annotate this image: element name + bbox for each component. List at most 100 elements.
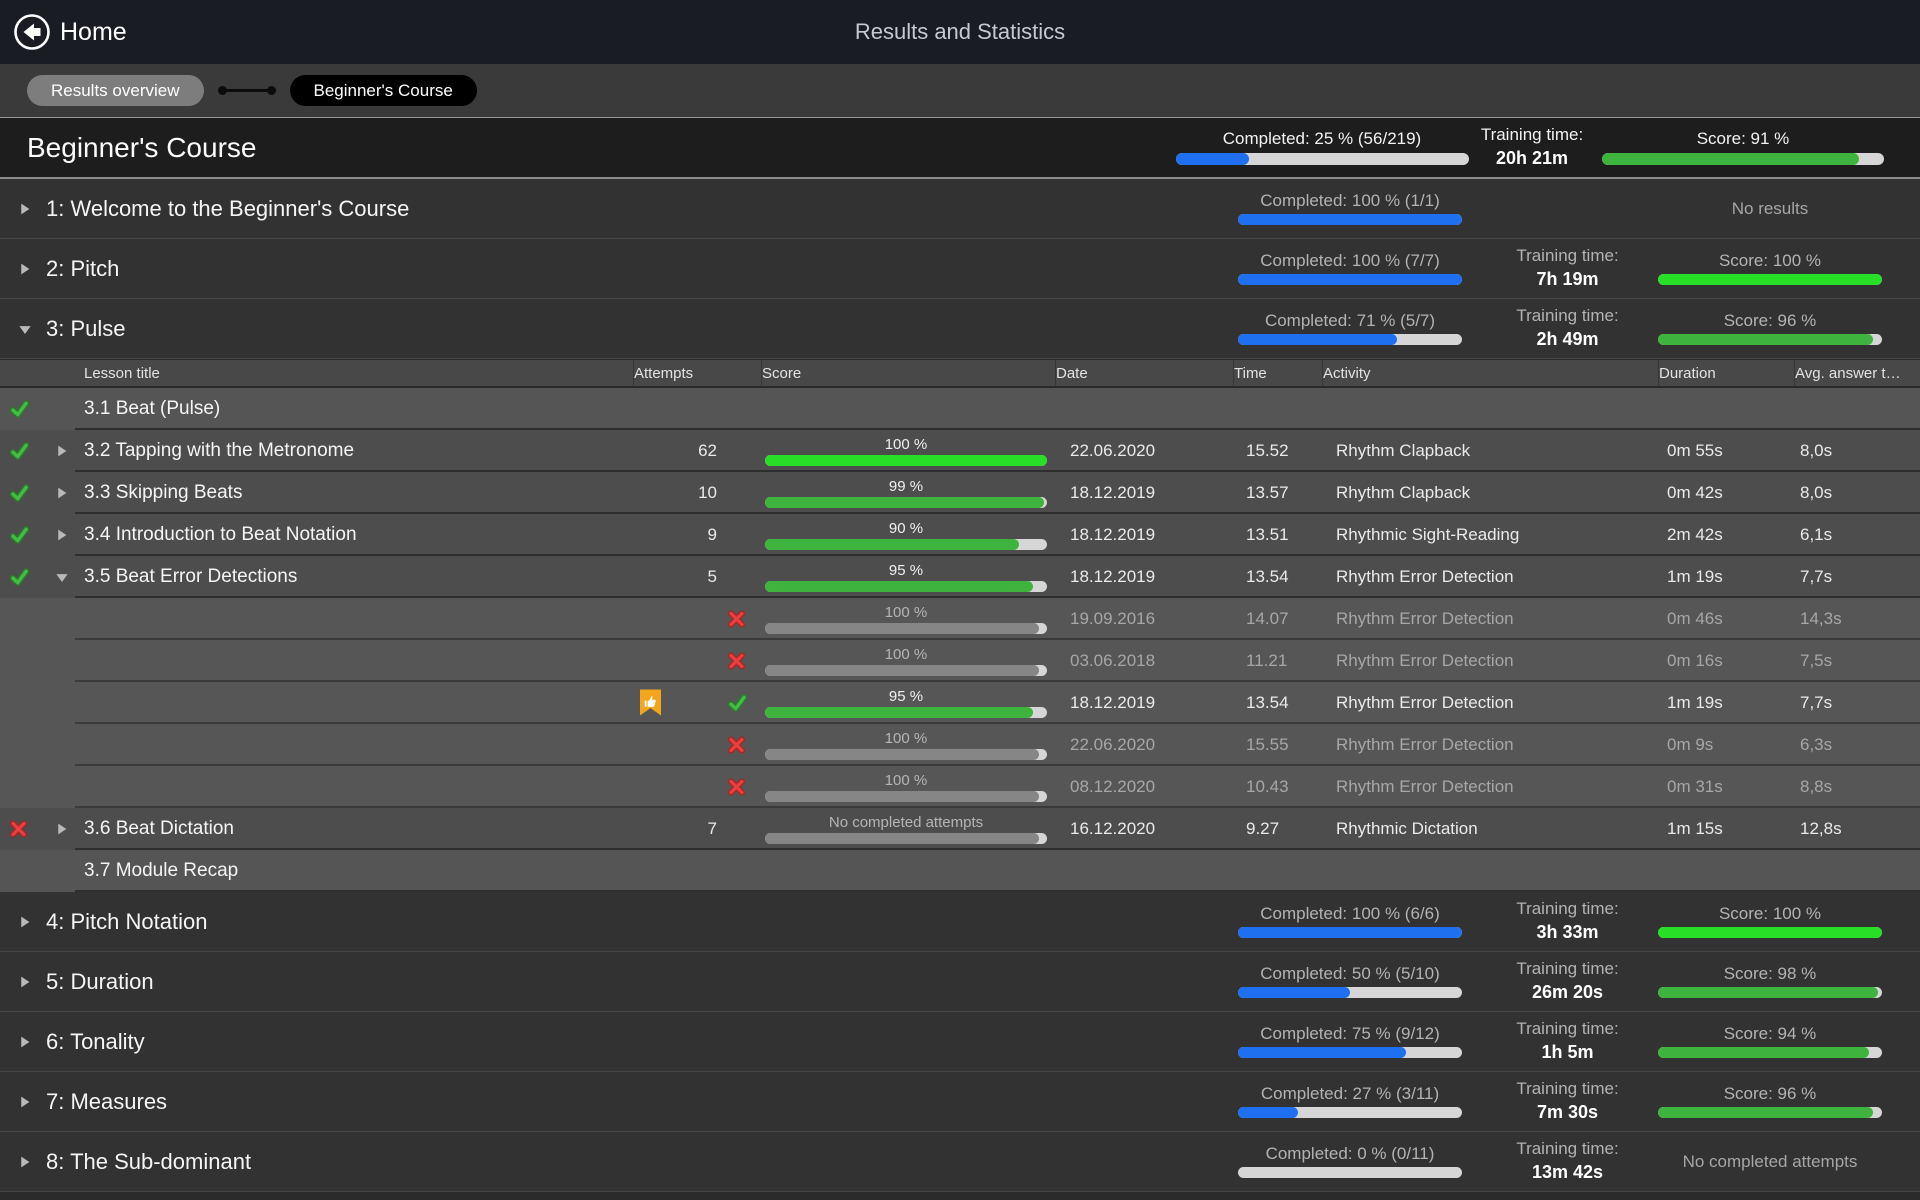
module-score-stat: Score: 94 % xyxy=(1655,1012,1885,1071)
activity-cell: Rhythm Clapback xyxy=(1322,472,1658,514)
duration-cell: 0m 42s xyxy=(1658,472,1794,514)
home-button[interactable]: Home xyxy=(13,13,127,51)
module-completed-bar xyxy=(1238,334,1462,345)
module-completed-label: Completed: 27 % (3/11) xyxy=(1261,1085,1439,1104)
column-header-4: Time xyxy=(1233,360,1322,386)
lesson-row: 3.1 Beat (Pulse) xyxy=(0,388,1920,430)
lesson-row[interactable]: 3.4 Introduction to Beat Notation990 %18… xyxy=(0,514,1920,556)
module-row[interactable]: 8: The Sub-dominantCompleted: 0 % (0/11)… xyxy=(0,1132,1920,1192)
module-training-label: Training time: xyxy=(1516,1020,1618,1039)
collapse-icon[interactable] xyxy=(55,571,69,584)
lesson-title: 3.3 Skipping Beats xyxy=(84,482,242,504)
score-bar xyxy=(765,791,1047,802)
avg-answer-cell: 7,7s xyxy=(1794,682,1920,724)
activity-cell: Rhythm Error Detection xyxy=(1322,766,1658,808)
module-title: 7: Measures xyxy=(46,1089,167,1115)
expand-icon[interactable] xyxy=(18,1155,31,1168)
duration-cell xyxy=(1658,850,1794,892)
score-cell xyxy=(761,388,1055,430)
lesson-title: 3.7 Module Recap xyxy=(84,860,238,882)
attempts-cell: 5 xyxy=(633,556,761,598)
module-completed-stat: Completed: 100 % (7/7) xyxy=(1200,239,1500,298)
duration-cell: 0m 55s xyxy=(1658,430,1794,472)
expand-icon[interactable] xyxy=(18,975,31,988)
duration-cell: 1m 19s xyxy=(1658,682,1794,724)
module-row[interactable]: 1: Welcome to the Beginner's CourseCompl… xyxy=(0,179,1920,239)
module-row[interactable]: 4: Pitch NotationCompleted: 100 % (6/6)T… xyxy=(0,892,1920,952)
attempts-cell: 62 xyxy=(633,430,761,472)
module-score-stat: Score: 96 % xyxy=(1655,1072,1885,1131)
date-cell: 19.09.2016 xyxy=(1055,598,1233,640)
module-score-label: Score: 98 % xyxy=(1724,965,1817,984)
module-completed-bar xyxy=(1238,214,1462,225)
expand-icon[interactable] xyxy=(18,915,31,928)
module-row[interactable]: 7: MeasuresCompleted: 27 % (3/11)Trainin… xyxy=(0,1072,1920,1132)
module-score-label: Score: 100 % xyxy=(1719,252,1821,271)
attempt-status-cell xyxy=(633,598,761,640)
attempts-cell: 10 xyxy=(633,472,761,514)
expand-icon[interactable] xyxy=(18,202,31,215)
lesson-title: 3.2 Tapping with the Metronome xyxy=(84,440,354,462)
lesson-row[interactable]: 3.2 Tapping with the Metronome62100 %22.… xyxy=(0,430,1920,472)
module-training-label: Training time: xyxy=(1516,247,1618,266)
lesson-row[interactable]: 3.5 Beat Error Detections595 %18.12.2019… xyxy=(0,556,1920,598)
lesson-row[interactable]: 3.3 Skipping Beats1099 %18.12.201913.57R… xyxy=(0,472,1920,514)
time-cell: 10.43 xyxy=(1233,766,1322,808)
module-training-label: Training time: xyxy=(1516,307,1618,326)
score-cell: 100 % xyxy=(761,640,1055,682)
bookmark-icon[interactable] xyxy=(639,690,662,717)
score-cell: 99 % xyxy=(761,472,1055,514)
score-cell: 100 % xyxy=(761,766,1055,808)
module-training-stat: Training time:2h 49m xyxy=(1495,299,1640,358)
score-bar xyxy=(765,707,1047,718)
expand-icon[interactable] xyxy=(55,445,68,458)
column-header-0: Lesson title xyxy=(0,360,633,386)
column-header-3: Date xyxy=(1055,360,1233,386)
avg-answer-cell: 8,0s xyxy=(1794,472,1920,514)
expand-icon[interactable] xyxy=(55,529,68,542)
module-score-label: Score: 100 % xyxy=(1719,905,1821,924)
attempts-cell xyxy=(633,850,761,892)
expand-icon[interactable] xyxy=(55,487,68,500)
date-cell: 18.12.2019 xyxy=(1055,514,1233,556)
score-bar xyxy=(765,539,1047,550)
breadcrumb-label: Results overview xyxy=(51,81,180,101)
score-label: 100 % xyxy=(885,731,928,746)
module-completed-bar xyxy=(1238,274,1462,285)
breadcrumb-results-overview[interactable]: Results overview xyxy=(27,75,204,106)
lesson-row[interactable]: 3.6 Beat Dictation7No completed attempts… xyxy=(0,808,1920,850)
avg-answer-cell: 14,3s xyxy=(1794,598,1920,640)
module-completed-stat: Completed: 50 % (5/10) xyxy=(1200,952,1500,1011)
lesson-title-cell: 3.1 Beat (Pulse) xyxy=(0,388,633,430)
module-title: 3: Pulse xyxy=(46,316,126,342)
attempt-row: 100 %19.09.201614.07Rhythm Error Detecti… xyxy=(0,598,1920,640)
score-cell: No completed attempts xyxy=(761,808,1055,850)
breadcrumb-current-course[interactable]: Beginner's Course xyxy=(290,75,477,106)
attempt-row: 100 %03.06.201811.21Rhythm Error Detecti… xyxy=(0,640,1920,682)
expand-icon[interactable] xyxy=(18,262,31,275)
collapse-icon[interactable] xyxy=(18,322,32,335)
column-header-6: Duration xyxy=(1658,360,1794,386)
module-row[interactable]: 6: TonalityCompleted: 75 % (9/12)Trainin… xyxy=(0,1012,1920,1072)
lesson-passed-icon xyxy=(10,442,29,460)
lesson-title: 3.1 Beat (Pulse) xyxy=(84,398,220,420)
score-label: 95 % xyxy=(889,689,923,704)
expand-icon[interactable] xyxy=(18,1035,31,1048)
breadcrumb-label: Beginner's Course xyxy=(314,81,453,101)
avg-answer-cell: 6,1s xyxy=(1794,514,1920,556)
module-row[interactable]: 2: PitchCompleted: 100 % (7/7)Training t… xyxy=(0,239,1920,299)
expand-icon[interactable] xyxy=(18,1095,31,1108)
activity-cell: Rhythmic Dictation xyxy=(1322,808,1658,850)
top-bar: Home Results and Statistics xyxy=(0,0,1920,64)
module-score-stat: Score: 98 % xyxy=(1655,952,1885,1011)
date-cell: 18.12.2019 xyxy=(1055,682,1233,724)
attempt-failed-icon xyxy=(728,779,745,796)
activity-cell xyxy=(1322,850,1658,892)
course-score-stat: Score: 91 % xyxy=(1602,118,1884,177)
lesson-passed-icon xyxy=(10,568,29,586)
module-row[interactable]: 3: PulseCompleted: 71 % (5/7)Training ti… xyxy=(0,299,1920,359)
module-row[interactable]: 5: DurationCompleted: 50 % (5/10)Trainin… xyxy=(0,952,1920,1012)
duration-cell: 0m 31s xyxy=(1658,766,1794,808)
expand-icon[interactable] xyxy=(55,823,68,836)
module-title: 6: Tonality xyxy=(46,1029,145,1055)
